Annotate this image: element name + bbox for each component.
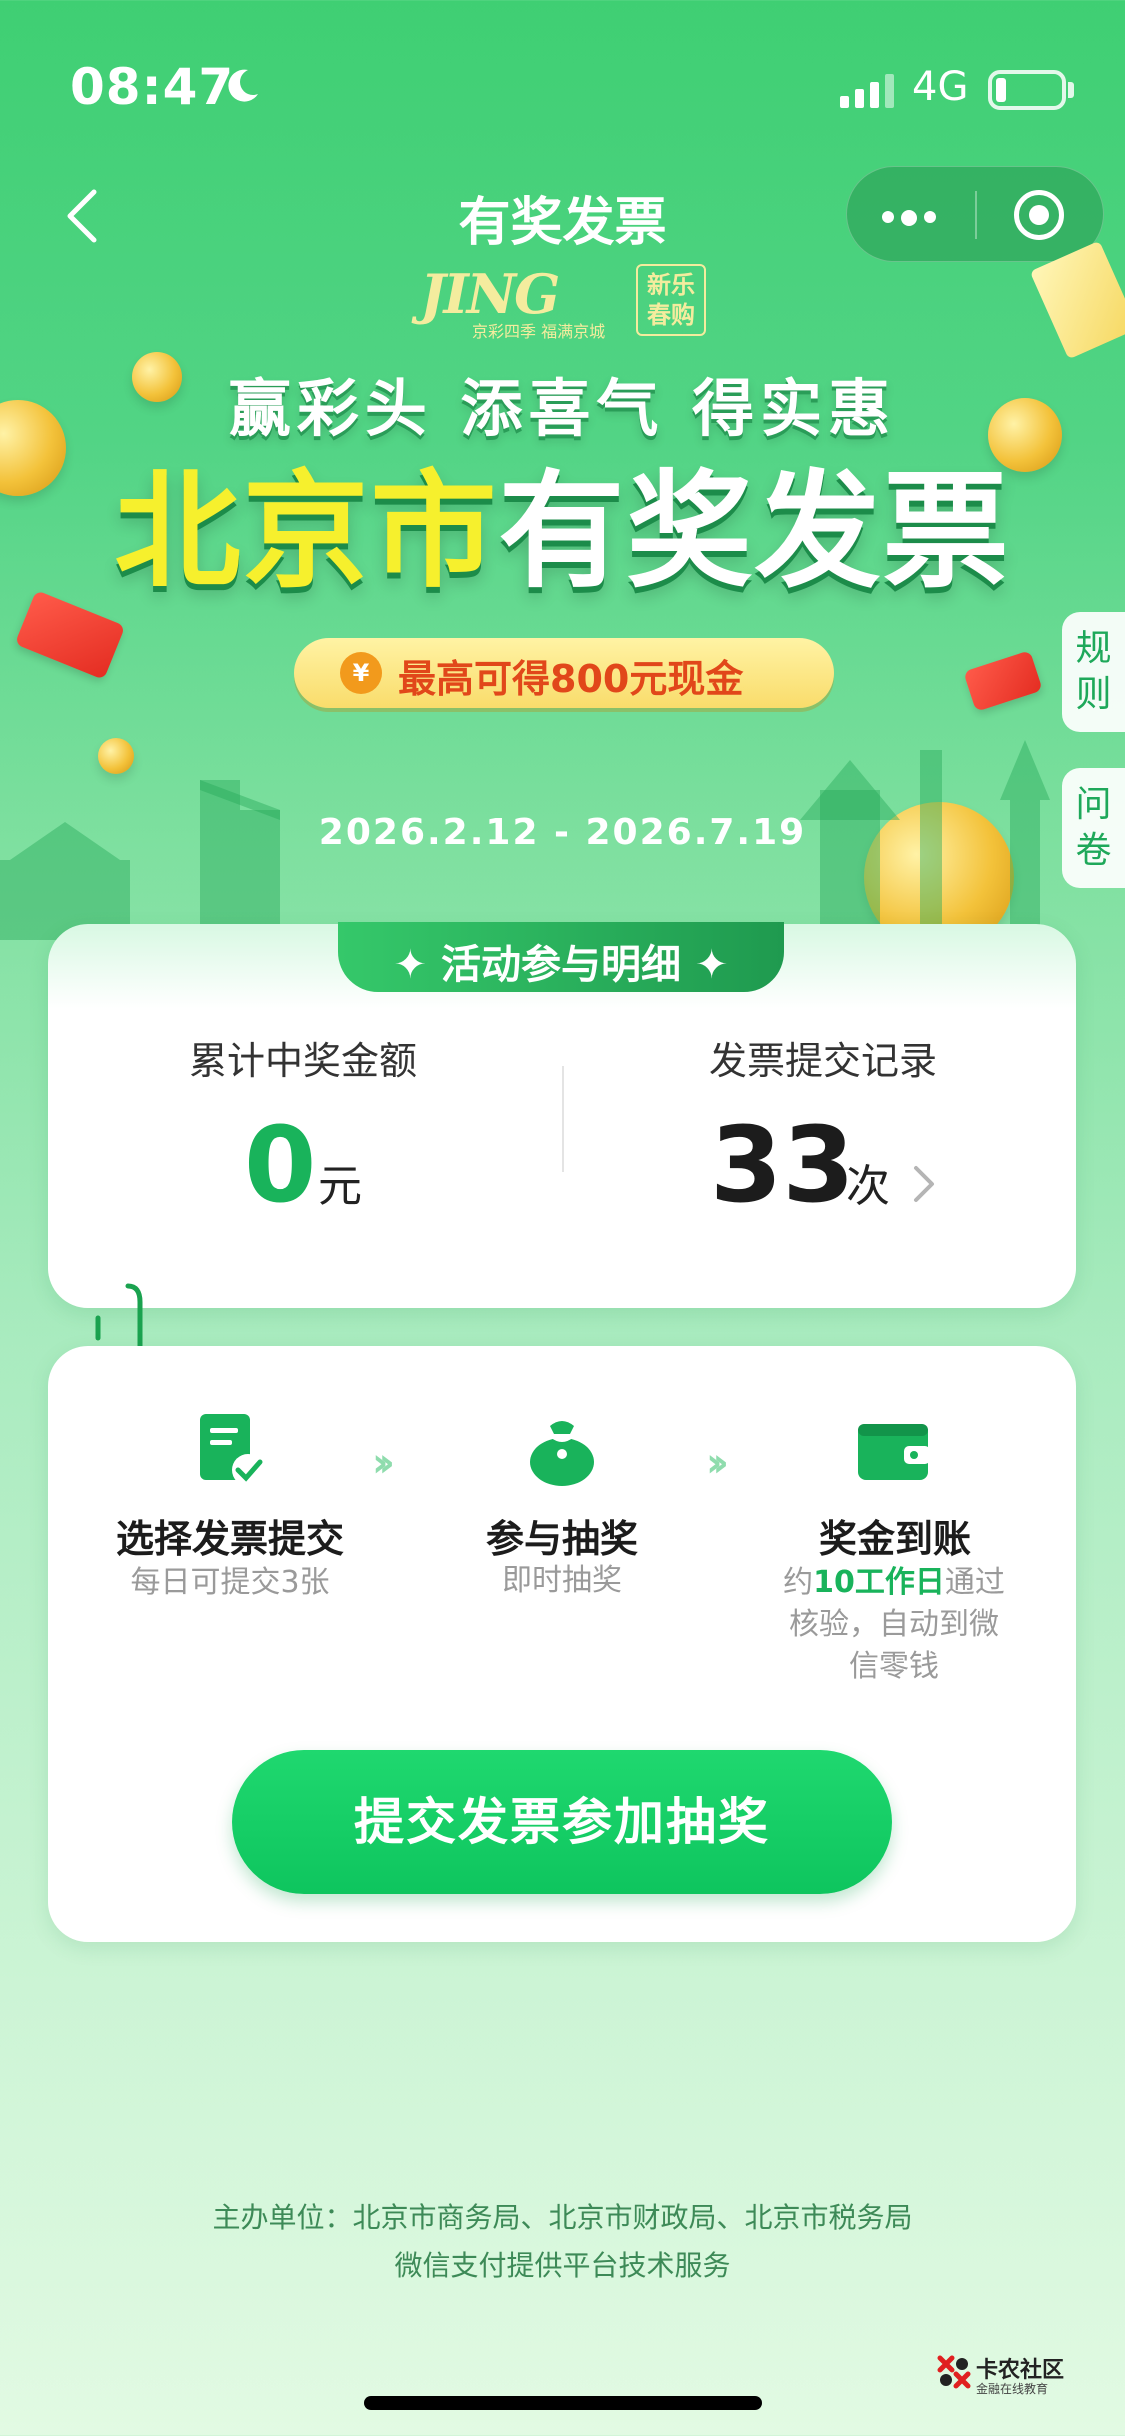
campaign-title-city: 北京市 [114,458,499,605]
seal-line-1: 新乐 [647,270,695,299]
step-1-subtitle: 每日可提交3张 [130,1565,330,1600]
submission-count-unit[interactable]: 次 [846,1150,890,1214]
organizers-text: 主办单位：北京市商务局、北京市财政局、北京市税务局 [212,2201,913,2234]
yuan-coin-icon: ¥ [340,652,382,694]
red-envelope-decoration [963,650,1043,712]
prize-total-unit: 元 [318,1161,362,1212]
logo-text: JING [420,262,560,326]
step-3-sub-prefix: 约 [783,1565,814,1600]
max-cash-text: 最高可得800元现金 [398,657,744,701]
submission-count-value[interactable]: 33 [710,1104,855,1226]
step-1-title: 选择发票提交 [115,1517,344,1561]
step-3-sub-line2: 核验，自动到微 [789,1607,999,1642]
moon-icon [228,69,258,102]
step-3-subtitle: 约10工作日通过 核验，自动到微 信零钱 [774,1562,1014,1688]
step-2-subtitle: 即时抽奖 [502,1563,622,1598]
step-2-title: 参与抽奖 [485,1517,638,1561]
signal-icon [840,74,894,108]
spring-shopping-seal: 新乐 春购 [636,264,706,336]
participation-header: ✦ 活动参与明细 ✦ [393,942,729,988]
submission-record-label: 发票提交记录 [708,1039,937,1083]
stat-divider [562,1066,564,1172]
tech-provider-text: 微信支付提供平台技术服务 [394,2249,731,2282]
more-icon[interactable] [882,208,943,227]
survey-tab-label: 问卷 [1075,784,1112,871]
wallet-icon [858,1424,930,1480]
submit-invoice-button[interactable]: 提交发票参加抽奖 [232,1750,892,1894]
network-label: 4G [912,64,969,110]
red-envelope-decoration [14,590,126,680]
chevron-right-icon[interactable] [912,1164,938,1204]
close-mini-program-icon[interactable] [1014,190,1064,240]
status-time: 08:47 [70,58,235,116]
campaign-title-main: 有奖发票 [498,458,1011,605]
lucky-bag-icon [530,1421,594,1486]
invoice-check-icon [200,1414,264,1486]
step-3-title: 奖金到账 [818,1517,971,1561]
step-3-sub-line3: 信零钱 [849,1649,939,1684]
campaign-date-range: 2026.2.12 - 2026.7.19 [318,812,807,853]
watermark-logo-icon [937,2355,971,2389]
survey-tab[interactable]: 问卷 [1062,768,1125,888]
step-3-sub-suffix: 通过 [944,1565,1005,1600]
seal-line-2: 春购 [647,300,695,329]
battery-tip [1068,82,1074,98]
prize-total-label: 累计中奖金额 [188,1039,417,1083]
step-arrow-icon: ›› [372,1440,395,1486]
battery-icon [988,70,1066,110]
slogan: 赢彩头 添喜气 得实惠 [228,372,897,445]
logo-subtitle: 京彩四季 福满京城 [472,322,606,341]
step-arrow-icon: ›› [706,1440,729,1486]
step-3-sub-highlight: 10工作日 [813,1565,945,1600]
rules-tab[interactable]: 规则 [1062,612,1125,732]
rules-tab-label: 规则 [1075,628,1112,715]
watermark-subtitle: 金融在线教育 [976,2382,1049,2396]
home-indicator[interactable] [364,2396,762,2410]
campaign-title: 北京市有奖发票 [0,462,1125,602]
prize-total-value: 0 [244,1104,317,1226]
